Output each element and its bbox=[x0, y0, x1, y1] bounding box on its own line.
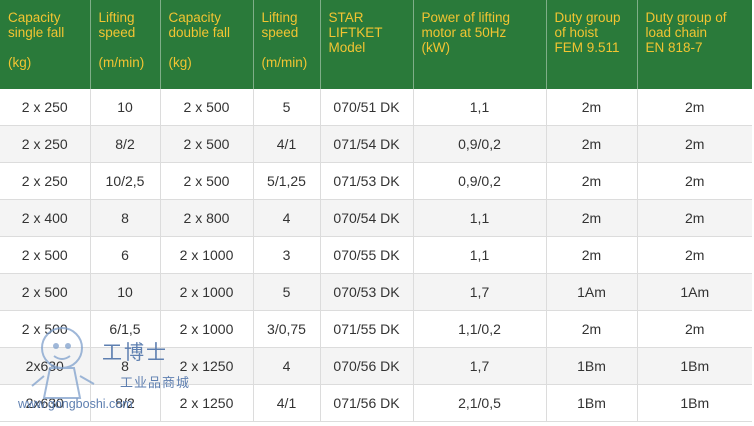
cell-capacity-single: 2 x 500 bbox=[0, 310, 91, 348]
table-row: 2 x 250 8/2 2 x 500 4/1 071/54 DK 0,9/0,2 2m 2m bbox=[0, 125, 752, 163]
cell-duty-hoist: 2m bbox=[546, 236, 638, 274]
table-row: 2 x 400 8 2 x 800 4 070/54 DK 1,1 2m 2m bbox=[0, 199, 752, 237]
cell-speed-single: 8 bbox=[90, 199, 161, 237]
header-model: STAR LIFTKET Model bbox=[320, 0, 414, 89]
cell-duty-chain: 2m bbox=[637, 162, 752, 200]
cell-speed-single: 10/2,5 bbox=[90, 162, 161, 200]
cell-duty-chain: 2m bbox=[637, 125, 752, 163]
cell-duty-chain: 2m bbox=[637, 89, 752, 126]
cell-power: 1,7 bbox=[413, 347, 547, 385]
cell-model: 071/56 DK bbox=[320, 384, 414, 422]
cell-duty-hoist: 1Am bbox=[546, 273, 638, 311]
cell-speed-double: 4 bbox=[253, 199, 321, 237]
cell-speed-double: 5 bbox=[253, 89, 321, 126]
cell-capacity-double: 2 x 1000 bbox=[160, 236, 254, 274]
cell-duty-hoist: 1Bm bbox=[546, 384, 638, 422]
header-duty-chain: Duty group of load chain EN 818-7 bbox=[637, 0, 752, 89]
cell-capacity-double: 2 x 1000 bbox=[160, 310, 254, 348]
cell-capacity-double: 2 x 500 bbox=[160, 89, 254, 126]
cell-duty-chain: 1Bm bbox=[637, 347, 752, 385]
header-power: Power of lifting motor at 50Hz (kW) bbox=[413, 0, 547, 89]
cell-model: 071/55 DK bbox=[320, 310, 414, 348]
cell-capacity-single: 2 x 500 bbox=[0, 273, 91, 311]
cell-capacity-double: 2 x 500 bbox=[160, 162, 254, 200]
cell-capacity-double: 2 x 800 bbox=[160, 199, 254, 237]
table-row: 2 x 500 6 2 x 1000 3 070/55 DK 1,1 2m 2m bbox=[0, 236, 752, 274]
table-row: 2 x 250 10 2 x 500 5 070/51 DK 1,1 2m 2m bbox=[0, 89, 752, 126]
cell-model: 071/53 DK bbox=[320, 162, 414, 200]
cell-model: 070/56 DK bbox=[320, 347, 414, 385]
cell-speed-single: 6 bbox=[90, 236, 161, 274]
cell-power: 1,7 bbox=[413, 273, 547, 311]
cell-power: 1,1 bbox=[413, 199, 547, 237]
cell-capacity-double: 2 x 500 bbox=[160, 125, 254, 163]
header-row: Capacity single fall (kg) Lifting speed … bbox=[0, 0, 752, 89]
cell-capacity-single: 2 x 500 bbox=[0, 236, 91, 274]
cell-capacity-double: 2 x 1000 bbox=[160, 273, 254, 311]
cell-capacity-single: 2 x 250 bbox=[0, 125, 91, 163]
cell-model: 070/51 DK bbox=[320, 89, 414, 126]
cell-duty-hoist: 1Bm bbox=[546, 347, 638, 385]
cell-speed-double: 4/1 bbox=[253, 125, 321, 163]
cell-duty-chain: 1Am bbox=[637, 273, 752, 311]
cell-speed-single: 10 bbox=[90, 89, 161, 126]
cell-model: 070/55 DK bbox=[320, 236, 414, 274]
header-speed-single: Lifting speed (m/min) bbox=[90, 0, 161, 89]
cell-power: 0,9/0,2 bbox=[413, 125, 547, 163]
watermark-brand: 工博士 bbox=[102, 340, 168, 364]
cell-speed-double: 4/1 bbox=[253, 384, 321, 422]
cell-speed-double: 5 bbox=[253, 273, 321, 311]
table-row: 2 x 250 10/2,5 2 x 500 5/1,25 071/53 DK 0,9/0… bbox=[0, 162, 752, 200]
cell-duty-hoist: 2m bbox=[546, 310, 638, 348]
header-capacity-double: Capacity double fall (kg) bbox=[160, 0, 254, 89]
cell-model: 071/54 DK bbox=[320, 125, 414, 163]
cell-capacity-single: 2 x 250 bbox=[0, 162, 91, 200]
cell-speed-double: 5/1,25 bbox=[253, 162, 321, 200]
header-capacity-single: Capacity single fall (kg) bbox=[0, 0, 91, 89]
watermark-subtitle: 工业品商城 bbox=[120, 375, 191, 390]
cell-power: 1,1/0,2 bbox=[413, 310, 547, 348]
cell-duty-chain: 1Bm bbox=[637, 384, 752, 422]
cell-capacity-single: 2 x 400 bbox=[0, 199, 91, 237]
cell-duty-hoist: 2m bbox=[546, 199, 638, 237]
cell-model: 070/54 DK bbox=[320, 199, 414, 237]
cell-duty-hoist: 2m bbox=[546, 89, 638, 126]
cell-duty-chain: 2m bbox=[637, 236, 752, 274]
cell-power: 0,9/0,2 bbox=[413, 162, 547, 200]
cell-capacity-single: 2x630 bbox=[0, 347, 91, 385]
cell-duty-hoist: 2m bbox=[546, 125, 638, 163]
cell-power: 1,1 bbox=[413, 236, 547, 274]
cell-duty-chain: 2m bbox=[637, 199, 752, 237]
cell-model: 070/53 DK bbox=[320, 273, 414, 311]
cell-speed-double: 4 bbox=[253, 347, 321, 385]
cell-duty-chain: 2m bbox=[637, 310, 752, 348]
cell-speed-double: 3 bbox=[253, 236, 321, 274]
header-speed-double: Lifting speed (m/min) bbox=[253, 0, 321, 89]
cell-power: 1,1 bbox=[413, 89, 547, 126]
cell-capacity-single: 2 x 250 bbox=[0, 89, 91, 126]
cell-speed-single: 8/2 bbox=[90, 125, 161, 163]
watermark-url: www.gongboshi.com bbox=[18, 397, 133, 411]
cell-speed-single: 10 bbox=[90, 273, 161, 311]
table-row: 2 x 500 10 2 x 1000 5 070/53 DK 1,7 1Am 1Am bbox=[0, 273, 752, 311]
header-duty-hoist: Duty group of hoist FEM 9.511 bbox=[546, 0, 638, 89]
cell-speed-double: 3/0,75 bbox=[253, 310, 321, 348]
cell-duty-hoist: 2m bbox=[546, 162, 638, 200]
cell-power: 2,1/0,5 bbox=[413, 384, 547, 422]
